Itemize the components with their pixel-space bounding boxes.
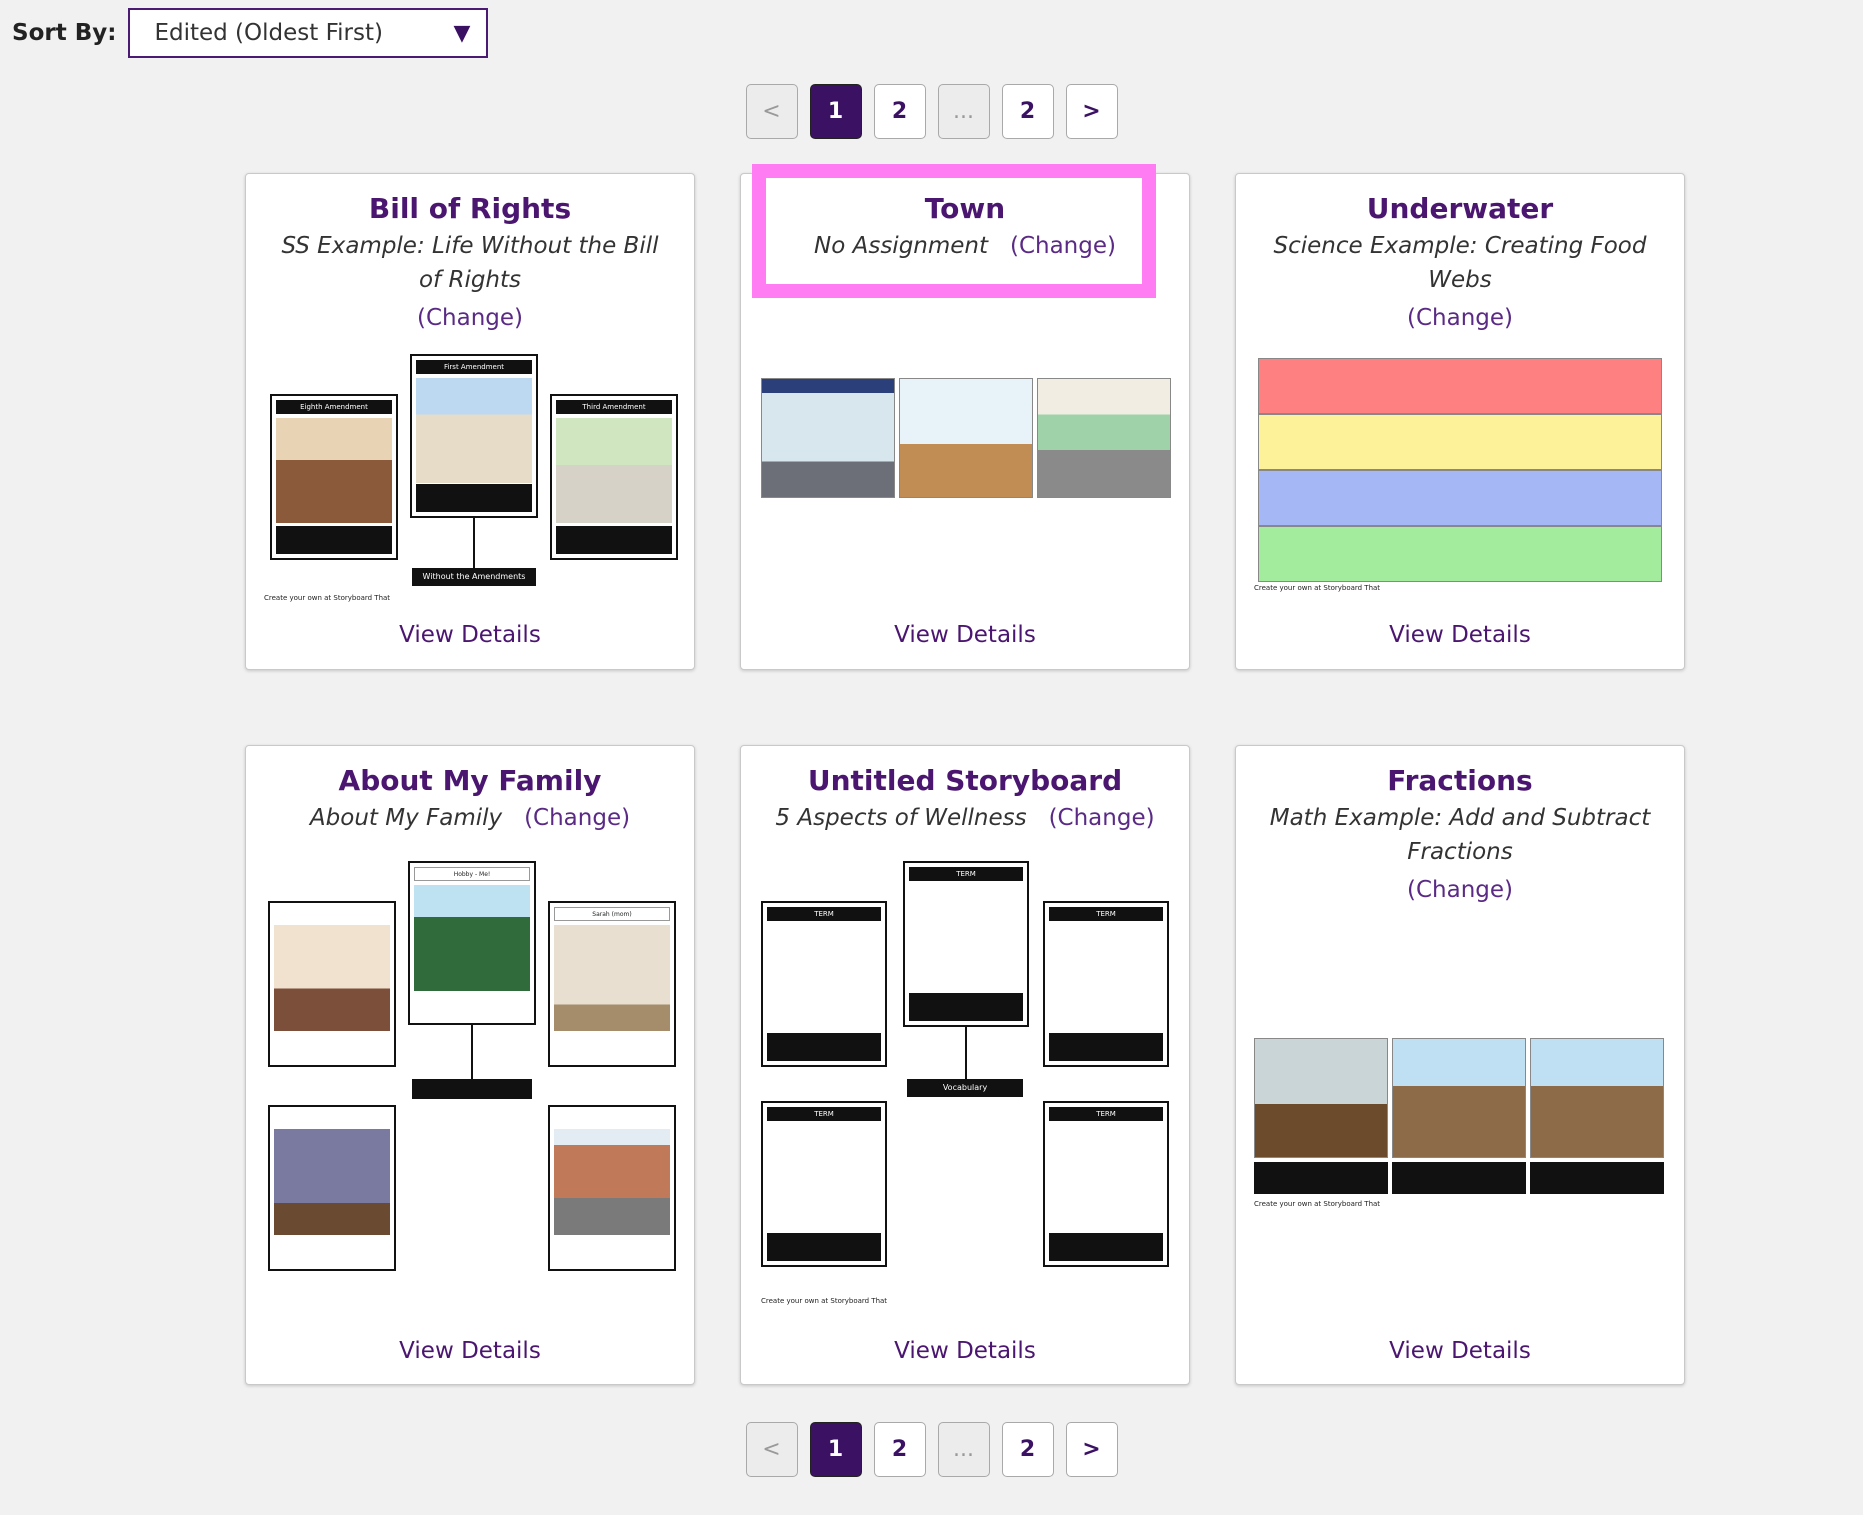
panel-heading: First Amendment bbox=[416, 360, 532, 374]
card-assignment: About My Family bbox=[309, 805, 503, 831]
sort-dropdown[interactable]: Edited (Oldest First) ▼ bbox=[128, 8, 489, 58]
panel-heading: Eighth Amendment bbox=[276, 400, 392, 414]
prev-page-button[interactable]: < bbox=[745, 1422, 798, 1477]
storyboard-thumbnail[interactable]: TERM TERM TERM TERM TERM Vocabulary Crea… bbox=[761, 861, 1175, 1316]
storyboard-card-untitled: Untitled Storyboard 5 Aspects of Wellnes… bbox=[740, 745, 1190, 1385]
card-title[interactable]: Fractions bbox=[1236, 764, 1684, 797]
storyboard-card-underwater: Underwater Science Example: Creating Foo… bbox=[1235, 173, 1685, 670]
credit-text: Create your own at Storyboard That bbox=[264, 594, 391, 602]
panel-image bbox=[1392, 1038, 1526, 1158]
storyboard-thumbnail[interactable]: Create your own at Storyboard That bbox=[1254, 358, 1662, 592]
page-1-button[interactable]: 1 bbox=[809, 1422, 862, 1477]
change-assignment-link[interactable]: (Change) bbox=[524, 805, 630, 831]
card-title[interactable]: Bill of Rights bbox=[246, 192, 694, 225]
storyboard-card-bill-of-rights: Bill of Rights SS Example: Life Without … bbox=[245, 173, 695, 670]
panel-caption-bar bbox=[1530, 1162, 1664, 1194]
card-title[interactable]: Untitled Storyboard bbox=[741, 764, 1189, 797]
hub-label: Vocabulary bbox=[907, 1079, 1023, 1097]
stripe-green bbox=[1258, 526, 1662, 582]
card-assignment-row: 5 Aspects of Wellness (Change) bbox=[765, 801, 1165, 835]
sort-value: Edited (Oldest First) bbox=[154, 20, 383, 46]
last-page-button[interactable]: 2 bbox=[1001, 1422, 1054, 1477]
term-heading: TERM bbox=[1049, 1107, 1163, 1121]
card-assignment: Science Example: Creating Food Webs bbox=[1273, 233, 1647, 293]
card-title[interactable]: Underwater bbox=[1236, 192, 1684, 225]
sort-label: Sort By: bbox=[12, 20, 117, 46]
storyboard-card-fractions: Fractions Math Example: Add and Subtract… bbox=[1235, 745, 1685, 1385]
credit-text: Create your own at Storyboard That bbox=[1254, 584, 1381, 592]
page-ellipsis: ... bbox=[937, 84, 990, 139]
page-2-button[interactable]: 2 bbox=[873, 84, 926, 139]
next-page-button[interactable]: > bbox=[1065, 1422, 1118, 1477]
change-assignment-link[interactable]: (Change) bbox=[417, 305, 523, 331]
hub-bar bbox=[412, 1079, 532, 1099]
view-details-link[interactable]: View Details bbox=[246, 622, 694, 648]
storyboard-thumbnail[interactable] bbox=[761, 378, 1171, 498]
panel-caption-bar bbox=[1254, 1162, 1388, 1194]
panel-caption-bar bbox=[1392, 1162, 1526, 1194]
panel-image bbox=[1037, 378, 1171, 498]
hub-label: Without the Amendments bbox=[412, 568, 536, 586]
storyboard-card-about-my-family: About My Family About My Family (Change)… bbox=[245, 745, 695, 1385]
panel-image bbox=[1530, 1038, 1664, 1158]
stripe-blue bbox=[1258, 470, 1662, 526]
card-assignment: 5 Aspects of Wellness bbox=[775, 805, 1027, 831]
term-heading: TERM bbox=[909, 867, 1023, 881]
highlight-box bbox=[752, 164, 1156, 298]
view-details-link[interactable]: View Details bbox=[1236, 1338, 1684, 1364]
view-details-link[interactable]: View Details bbox=[1236, 622, 1684, 648]
card-assignment: SS Example: Life Without the Bill of Rig… bbox=[281, 233, 659, 293]
panel-heading: Third Amendment bbox=[556, 400, 672, 414]
change-assignment-link[interactable]: (Change) bbox=[1407, 877, 1513, 903]
credit-text: Create your own at Storyboard That bbox=[761, 1297, 888, 1305]
storyboard-thumbnail[interactable]: Hobby - Me! Sarah (mom) bbox=[268, 861, 678, 1271]
term-heading: TERM bbox=[767, 1107, 881, 1121]
storyboard-thumbnail[interactable]: Create your own at Storyboard That bbox=[1254, 1038, 1668, 1213]
stripe-yellow bbox=[1258, 414, 1662, 470]
panel-image bbox=[761, 378, 895, 498]
change-assignment-link[interactable]: (Change) bbox=[1049, 805, 1155, 831]
storyboard-thumbnail[interactable]: First Amendment Eighth Amendment Third A… bbox=[264, 354, 678, 604]
last-page-button[interactable]: 2 bbox=[1001, 84, 1054, 139]
change-assignment-link[interactable]: (Change) bbox=[1407, 305, 1513, 331]
card-assignment-row: About My Family (Change) bbox=[270, 801, 670, 835]
page-2-button[interactable]: 2 bbox=[873, 1422, 926, 1477]
stripe-red bbox=[1258, 358, 1662, 414]
view-details-link[interactable]: View Details bbox=[246, 1338, 694, 1364]
chevron-down-icon: ▼ bbox=[453, 20, 471, 46]
pagination-bottom: < 1 2 ... 2 > bbox=[0, 1422, 1863, 1477]
term-heading: TERM bbox=[1049, 907, 1163, 921]
next-page-button[interactable]: > bbox=[1065, 84, 1118, 139]
card-assignment: Math Example: Add and Subtract Fractions bbox=[1269, 805, 1651, 865]
panel-image bbox=[1254, 1038, 1388, 1158]
sort-bar: Sort By: Edited (Oldest First) ▼ bbox=[12, 8, 489, 58]
panel-caption: Sarah (mom) bbox=[554, 907, 670, 921]
credit-text: Create your own at Storyboard That bbox=[1254, 1200, 1381, 1208]
view-details-link[interactable]: View Details bbox=[741, 622, 1189, 648]
page-1-button[interactable]: 1 bbox=[809, 84, 862, 139]
card-title[interactable]: About My Family bbox=[246, 764, 694, 797]
view-details-link[interactable]: View Details bbox=[741, 1338, 1189, 1364]
term-heading: TERM bbox=[767, 907, 881, 921]
prev-page-button[interactable]: < bbox=[745, 84, 798, 139]
page-ellipsis: ... bbox=[937, 1422, 990, 1477]
panel-image bbox=[899, 378, 1033, 498]
pagination-top: < 1 2 ... 2 > bbox=[0, 84, 1863, 139]
panel-caption: Hobby - Me! bbox=[414, 867, 530, 881]
